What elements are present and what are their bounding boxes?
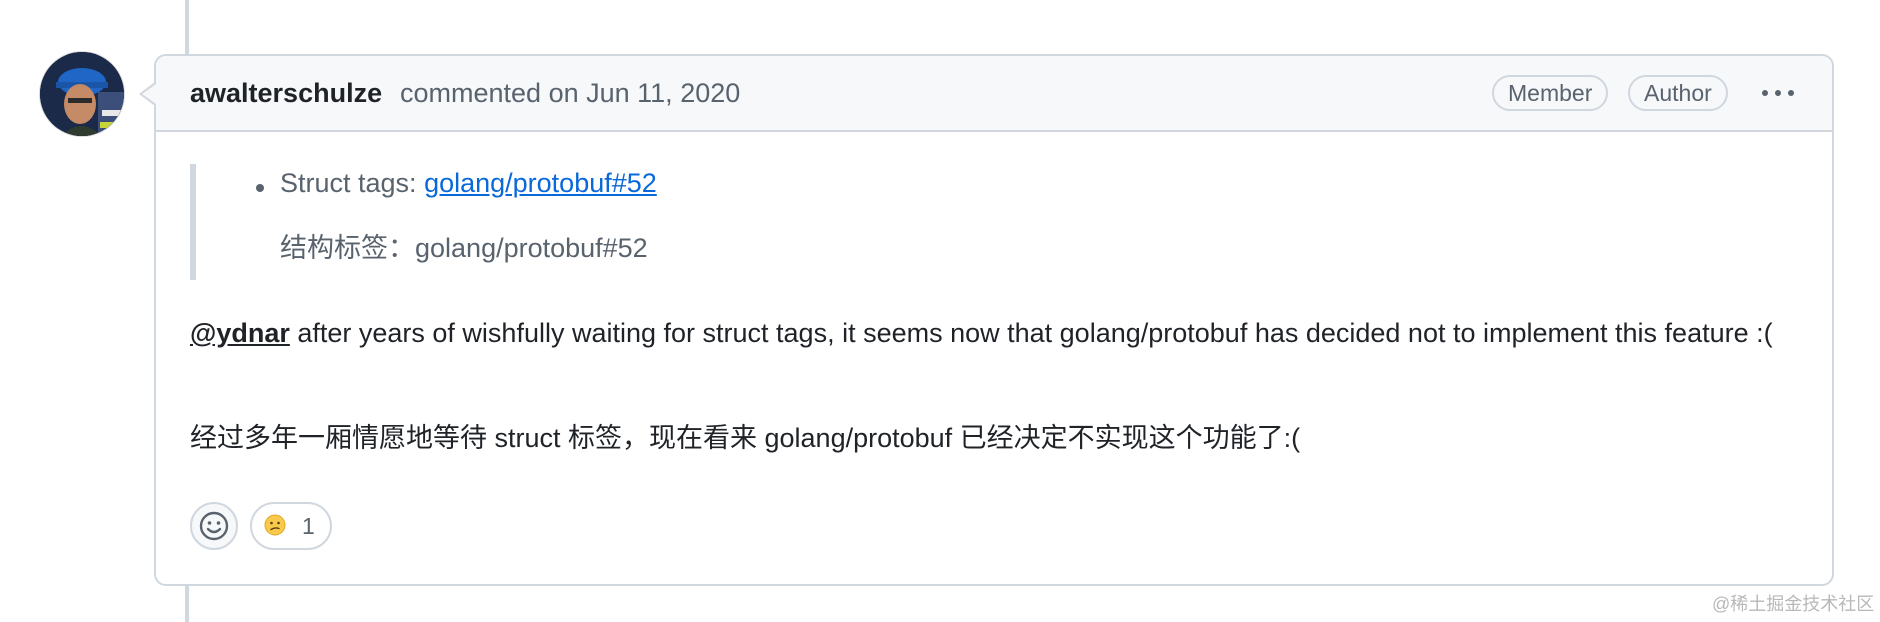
quoted-label: Struct tags: <box>280 168 417 198</box>
more-dot-icon <box>1762 90 1768 96</box>
list-bullet <box>256 184 264 192</box>
comment-header: awalterschulze commented on Jun 11, 2020… <box>156 56 1832 132</box>
member-badge: Member <box>1492 75 1609 111</box>
comment-body-text: @ydnar after years of wishfully waiting … <box>190 312 1810 354</box>
comment-caret-fill <box>142 84 156 104</box>
comment-box: awalterschulze commented on Jun 11, 2020… <box>154 54 1834 586</box>
add-reaction-button[interactable] <box>190 502 238 550</box>
comment-translation: 经过多年一厢情愿地等待 struct 标签，现在看来 golang/protob… <box>190 423 1301 453</box>
smiley-icon <box>199 511 229 541</box>
blockquote-bar <box>190 164 196 280</box>
author-badge: Author <box>1628 75 1728 111</box>
quoted-translation: 结构标签：golang/protobuf#52 <box>280 233 648 263</box>
avatar[interactable] <box>40 52 124 136</box>
more-dot-icon <box>1775 90 1781 96</box>
reaction-confused-button[interactable]: 1 <box>250 502 332 550</box>
comment-date-link[interactable]: Jun 11, 2020 <box>586 78 740 108</box>
comment-action: commented on <box>400 78 579 108</box>
confused-face-icon <box>264 514 286 536</box>
more-dot-icon <box>1788 90 1794 96</box>
avatar-image <box>40 52 124 136</box>
comment-author-link[interactable]: awalterschulze <box>190 78 382 109</box>
more-options-button[interactable] <box>1756 72 1800 112</box>
reaction-count: 1 <box>302 513 315 539</box>
watermark: @稀土掘金技术社区 <box>1712 594 1875 614</box>
issue-link[interactable]: golang/protobuf#52 <box>424 168 657 198</box>
user-mention-link[interactable]: @ydnar <box>190 318 290 348</box>
quoted-list-item: Struct tags: golang/protobuf#52 <box>280 168 657 199</box>
comment-body: after years of wishfully waiting for str… <box>289 318 1773 348</box>
comment-meta: commented on Jun 11, 2020 <box>400 78 740 109</box>
